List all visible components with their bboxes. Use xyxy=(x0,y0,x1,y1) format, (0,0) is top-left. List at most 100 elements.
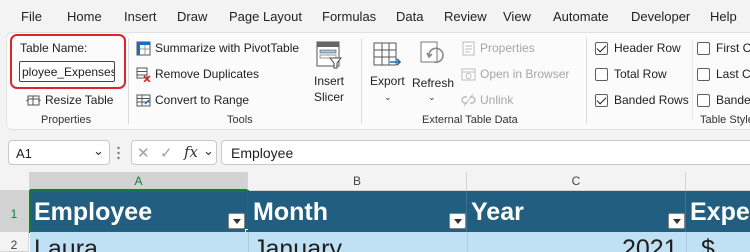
summarize-pivot-button[interactable]: Summarize with PivotTable xyxy=(136,38,299,58)
total-row-checkbox[interactable]: Total Row xyxy=(595,64,667,84)
unlink-button[interactable]: Unlink xyxy=(461,90,513,110)
summarize-pivot-label: Summarize with PivotTable xyxy=(155,41,300,55)
first-column-label: First Co xyxy=(716,41,750,55)
header-expense-text: Expe xyxy=(690,198,750,226)
menu-page-layout[interactable]: Page Layout xyxy=(229,9,302,24)
cell-expense[interactable]: $ xyxy=(701,235,715,252)
banded-columns-checkbox[interactable]: Bande xyxy=(697,90,750,110)
chevron-down-icon[interactable]: ⌄ xyxy=(203,143,214,159)
banded-columns-label: Bande xyxy=(716,93,750,107)
convert-to-range-label: Convert to Range xyxy=(155,93,250,107)
header-row-check[interactable] xyxy=(595,41,608,55)
formula-input[interactable]: Employee xyxy=(221,140,750,165)
remove-duplicates-button[interactable]: Remove Duplicates xyxy=(136,64,259,84)
column-header-d[interactable] xyxy=(686,172,750,191)
header-cell-expense[interactable]: Expe xyxy=(686,191,750,232)
table-name-input[interactable]: ployee_Expenses xyxy=(19,61,115,82)
properties-button[interactable]: Properties xyxy=(461,38,535,58)
formula-value: Employee xyxy=(231,145,294,161)
table-style-group-label: Table Style xyxy=(700,114,750,126)
header-year-text: Year xyxy=(471,198,524,226)
insert-slicer-button[interactable]: Insert Slicer xyxy=(306,38,352,108)
header-month-text: Month xyxy=(253,198,328,226)
cancel-icon[interactable]: ✕ xyxy=(137,144,150,162)
unlink-label: Unlink xyxy=(480,93,514,107)
insert-slicer-label-1: Insert xyxy=(314,74,345,88)
first-column-checkbox[interactable]: First Co xyxy=(697,38,750,58)
menu-home[interactable]: Home xyxy=(67,9,102,24)
column-header-b[interactable]: B xyxy=(248,172,467,191)
unlink-icon xyxy=(461,93,476,108)
banded-columns-check[interactable] xyxy=(697,93,710,107)
menu-view[interactable]: View xyxy=(503,9,531,24)
banded-rows-checkbox[interactable]: Banded Rows xyxy=(595,90,689,110)
header-row-checkbox[interactable]: Header Row xyxy=(595,38,681,58)
last-column-checkbox[interactable]: Last Co xyxy=(697,64,750,84)
convert-to-range-icon xyxy=(136,93,151,108)
insert-function-icon[interactable]: fx xyxy=(184,143,198,161)
divider xyxy=(361,38,362,124)
browser-icon xyxy=(461,67,476,82)
column-header-a[interactable]: A xyxy=(30,172,248,191)
remove-duplicates-icon xyxy=(136,67,151,83)
formula-buttons: ✕ ✓ fx ⌄ xyxy=(131,140,217,165)
cell-year[interactable]: 2021 xyxy=(622,235,678,252)
banded-rows-check[interactable] xyxy=(595,93,608,107)
properties-label: Properties xyxy=(480,41,535,55)
menu-draw[interactable]: Draw xyxy=(177,9,207,24)
filter-dropdown-icon[interactable] xyxy=(668,213,685,229)
total-row-label: Total Row xyxy=(614,67,667,81)
resize-table-label: Resize Table xyxy=(45,93,114,107)
menu-bar: File Home Insert Draw Page Layout Formul… xyxy=(0,0,750,32)
tools-group-label: Tools xyxy=(227,114,253,126)
table-name-value: ployee_Expenses xyxy=(22,65,115,79)
header-cell-year[interactable]: Year xyxy=(467,191,686,232)
refresh-icon xyxy=(418,40,448,70)
last-column-label: Last Co xyxy=(716,67,750,81)
menu-automate[interactable]: Automate xyxy=(553,9,609,24)
convert-to-range-button[interactable]: Convert to Range xyxy=(136,90,249,110)
total-row-check[interactable] xyxy=(595,67,608,81)
header-cell-month[interactable]: Month xyxy=(248,191,467,232)
resize-table-button[interactable]: Resize Table xyxy=(26,90,113,110)
refresh-button[interactable]: Refresh ⌄ xyxy=(410,38,454,108)
row-2-clip: Laura January 2021 $ xyxy=(30,232,750,252)
slicer-icon xyxy=(315,40,343,70)
refresh-label: Refresh xyxy=(412,76,455,90)
chevron-down-icon: ⌄ xyxy=(384,92,392,102)
name-box[interactable]: A1 ⌄ xyxy=(8,140,110,165)
chevron-down-icon[interactable]: ⌄ xyxy=(93,143,104,159)
resize-table-icon xyxy=(26,93,41,108)
menu-insert[interactable]: Insert xyxy=(124,9,157,24)
row-header-1[interactable]: 1 xyxy=(0,191,29,232)
filter-dropdown-icon[interactable] xyxy=(449,213,466,229)
confirm-icon[interactable]: ✓ xyxy=(160,144,173,162)
name-box-value: A1 xyxy=(16,146,32,161)
cell-month[interactable]: January xyxy=(253,235,342,252)
menu-help[interactable]: Help xyxy=(710,9,737,24)
open-in-browser-label: Open in Browser xyxy=(480,67,570,81)
menu-data[interactable]: Data xyxy=(396,9,423,24)
menu-developer[interactable]: Developer xyxy=(631,9,690,24)
select-all-corner[interactable] xyxy=(0,172,30,191)
divider xyxy=(128,38,129,124)
column-header-c[interactable]: C xyxy=(467,172,686,191)
banded-rows-label: Banded Rows xyxy=(614,93,689,107)
menu-review[interactable]: Review xyxy=(444,9,487,24)
cell-employee[interactable]: Laura xyxy=(34,235,98,252)
drag-handle-icon[interactable] xyxy=(117,146,120,160)
last-column-check[interactable] xyxy=(697,67,710,81)
chevron-down-icon: ⌄ xyxy=(428,92,436,102)
properties-icon xyxy=(461,41,476,56)
first-column-check[interactable] xyxy=(697,41,710,55)
divider xyxy=(586,38,587,124)
menu-formulas[interactable]: Formulas xyxy=(322,9,376,24)
remove-duplicates-label: Remove Duplicates xyxy=(155,67,260,81)
active-cell-border xyxy=(29,190,249,233)
open-in-browser-button[interactable]: Open in Browser xyxy=(461,64,569,84)
export-button[interactable]: Export ⌄ xyxy=(367,38,409,108)
divider xyxy=(692,40,693,120)
insert-slicer-label-2: Slicer xyxy=(314,90,345,104)
menu-file[interactable]: File xyxy=(21,9,42,24)
row-header-2[interactable]: 2 xyxy=(0,232,29,252)
